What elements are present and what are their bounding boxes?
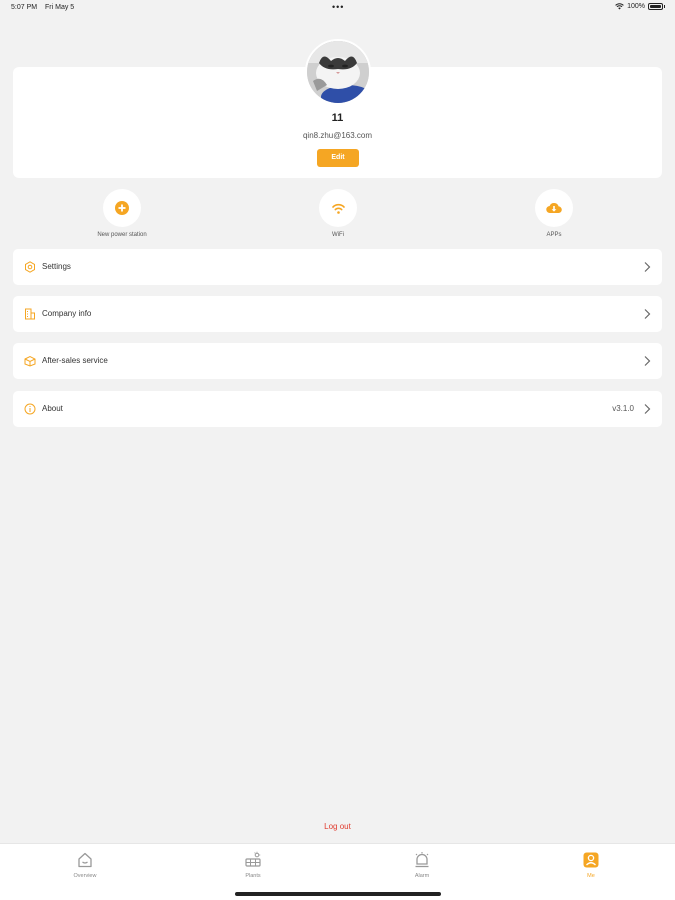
status-bar: 5:07 PM Fri May 5 ••• 100%: [0, 0, 675, 18]
chevron-right-icon: [644, 309, 651, 319]
plant-icon: [245, 851, 261, 867]
shortcut-label: WiFi: [332, 232, 344, 238]
menu-item-about[interactable]: About v3.1.0: [13, 391, 662, 427]
shortcut-circle: [319, 189, 357, 227]
shortcut-wifi[interactable]: WiFi: [283, 189, 393, 238]
chevron-right-icon: [644, 356, 651, 366]
home-icon: [78, 852, 92, 868]
menu-item-after-sales-service[interactable]: After-sales service: [13, 343, 662, 379]
status-indicators: 100%: [615, 3, 665, 10]
tab-label: Overview: [73, 873, 97, 879]
username: 11: [331, 112, 344, 124]
building-icon: [25, 308, 35, 320]
battery-tip: [664, 5, 665, 8]
menu-item-settings[interactable]: Settings: [13, 249, 662, 285]
tab-plants[interactable]: Plants: [223, 851, 283, 879]
menu-label: About: [42, 404, 63, 413]
app-version: v3.1.0: [612, 404, 634, 413]
avatar-cat-image: [307, 41, 369, 103]
service-box-icon: [24, 355, 36, 367]
wifi-icon: [331, 203, 345, 214]
chevron-right-icon: [644, 262, 651, 272]
info-icon: [24, 403, 36, 415]
edit-profile-button[interactable]: Edit: [317, 149, 359, 167]
status-time: 5:07 PM: [11, 4, 38, 11]
shortcut-label: New power station: [97, 232, 147, 238]
shortcut-new-power-station[interactable]: New power station: [67, 189, 177, 238]
tab-me[interactable]: Me: [561, 851, 621, 879]
wifi-status-icon: [615, 3, 624, 10]
menu-label: After-sales service: [42, 356, 108, 365]
menu-label: Company info: [42, 309, 92, 318]
gear-icon: [25, 261, 35, 273]
tab-label: Plants: [245, 873, 261, 879]
tab-alarm[interactable]: Alarm: [392, 851, 452, 879]
multitask-dots[interactable]: •••: [332, 2, 344, 12]
home-indicator[interactable]: [235, 892, 441, 896]
shortcut-label: APPs: [546, 232, 562, 238]
user-email: qin8.zhu@163.com: [302, 131, 373, 140]
plus-circle-icon: [115, 201, 129, 215]
tab-overview[interactable]: Overview: [55, 851, 115, 879]
status-time-date: 5:07 PM Fri May 5: [11, 4, 74, 11]
status-date: Fri May 5: [45, 4, 75, 11]
battery-percent: 100%: [627, 3, 645, 10]
cloud-download-icon: [546, 203, 562, 214]
tab-label: Alarm: [414, 873, 430, 879]
shortcut-circle: [103, 189, 141, 227]
menu-label: Settings: [42, 262, 71, 271]
screen: 5:07 PM Fri May 5 ••• 100% 11 qin8.zhu@1…: [0, 0, 675, 900]
shortcut-circle: [535, 189, 573, 227]
tab-label: Me: [587, 873, 595, 879]
avatar[interactable]: [305, 39, 371, 105]
user-icon: [583, 852, 599, 868]
logout-button[interactable]: Log out: [0, 822, 675, 831]
menu-item-company-info[interactable]: Company info: [13, 296, 662, 332]
shortcut-apps[interactable]: APPs: [499, 189, 609, 238]
battery-icon: [648, 3, 663, 10]
bell-icon: [415, 852, 429, 868]
chevron-right-icon: [644, 404, 651, 414]
